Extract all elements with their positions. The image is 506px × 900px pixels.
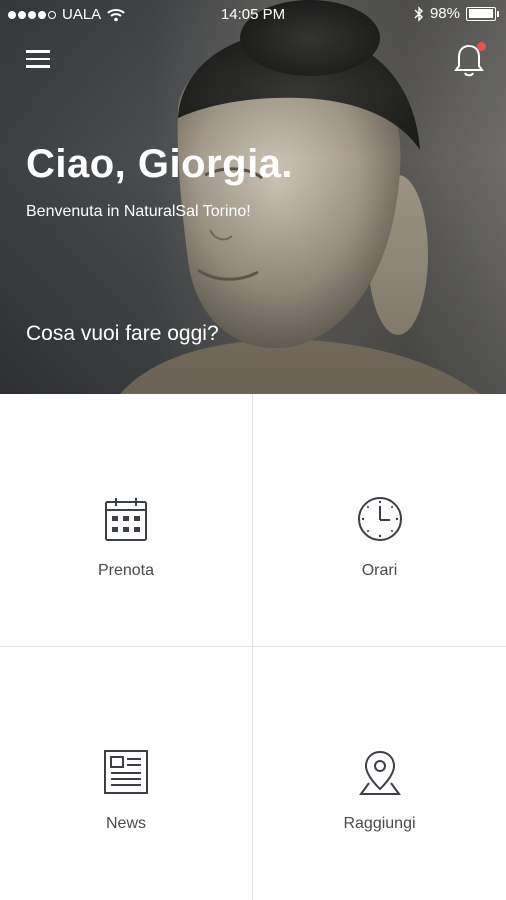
tile-news[interactable]: News	[0, 647, 253, 900]
menu-button[interactable]	[24, 46, 52, 74]
greeting-title: Ciao, Giorgia.	[26, 142, 294, 186]
hamburger-menu-icon	[26, 50, 50, 53]
tile-label: Prenota	[97, 562, 155, 579]
welcome-subtitle: Benvenuta in NaturalSal Torino!	[26, 203, 251, 220]
hero-banner: UALA 14:05 PM 98% Ciao, Giorgia. Benvenu…	[0, 0, 506, 394]
tile-label: News	[105, 815, 146, 832]
tile-label: Orari	[361, 562, 398, 579]
notifications-button[interactable]	[452, 40, 488, 80]
tile-orari[interactable]: Orari	[253, 394, 506, 647]
notification-badge	[477, 42, 486, 51]
status-right: 98%	[414, 5, 499, 22]
battery-percent: 98%	[429, 5, 460, 22]
calendar-icon	[105, 498, 147, 541]
tile-prenota[interactable]: Prenota	[0, 394, 253, 647]
bluetooth-icon	[414, 5, 423, 22]
tile-raggiungi[interactable]: Raggiungi	[253, 647, 506, 900]
status-bar: UALA 14:05 PM 98%	[0, 0, 506, 30]
map-pin-icon	[358, 750, 401, 795]
action-grid: Prenota Orari News Raggiungi	[0, 394, 506, 900]
clock-icon	[357, 497, 402, 541]
tile-label: Raggiungi	[343, 815, 416, 832]
newspaper-icon	[104, 750, 148, 794]
prompt-question: Cosa vuoi fare oggi?	[26, 322, 219, 345]
battery-icon	[466, 6, 499, 21]
